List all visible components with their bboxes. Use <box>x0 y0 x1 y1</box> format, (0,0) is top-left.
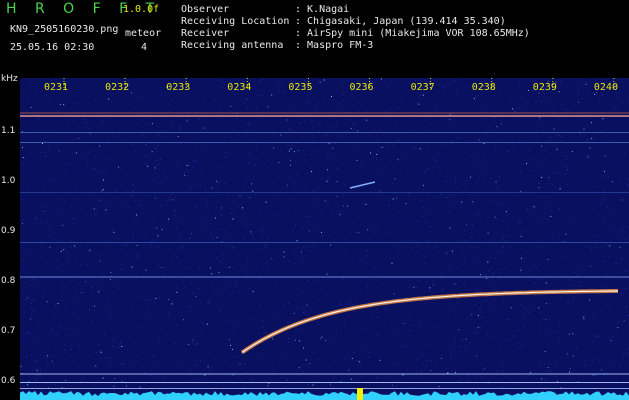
freq-label-1_1: 1.1 <box>1 126 16 136</box>
header-panel: H R O F F T 1.0.0f KN9_2505160230.png 25… <box>0 0 629 78</box>
info-value-receiver: : AirSpy mini (Miakejima VOR 108.65MHz) <box>295 28 530 39</box>
time-label-0232: 0232 <box>105 82 129 93</box>
freq-label-0_7: 0.7 <box>1 326 16 336</box>
spectrogram-background <box>20 78 629 400</box>
info-value-location: : Chigasaki, Japan (139.414 35.340) <box>295 16 506 27</box>
time-label-0238: 0238 <box>472 82 496 93</box>
time-label-0239: 0239 <box>533 82 557 93</box>
freq-label-1: 1.0 <box>1 176 16 186</box>
version-label: 1.0.0f <box>123 4 160 15</box>
info-label-receiver: Receiver <box>181 28 230 39</box>
filename-label: KN9_2505160230.png <box>10 24 119 35</box>
freq-label-0_9: 0.9 <box>1 226 16 236</box>
time-label-0234: 0234 <box>227 82 251 93</box>
info-value-antenna: : Maspro FM-3 <box>295 40 374 51</box>
time-label-0233: 0233 <box>166 82 190 93</box>
spectrogram-plot: 0231 0232 0233 0234 0235 0236 0237 0238 0239 0240 <box>20 78 629 400</box>
meteor-label: meteor <box>125 28 162 39</box>
hrofft-window: H R O F F T 1.0.0f KN9_2505160230.png 25… <box>0 0 629 400</box>
time-label-0236: 0236 <box>350 82 374 93</box>
time-label-0231: 0231 <box>44 82 68 93</box>
info-label-antenna: Receiving antenna <box>181 40 284 51</box>
datetime-label: 25.05.16 02:30 <box>10 42 95 53</box>
info-label-observer: Observer <box>181 4 230 15</box>
time-label-0240: 0240 <box>594 82 618 93</box>
info-label-location: Receiving Location <box>181 16 290 27</box>
axis-unit-label: kHz <box>1 74 18 84</box>
freq-label-0_8: 0.8 <box>1 276 16 286</box>
freq-label-0_6: 0.6 <box>1 376 16 386</box>
info-value-observer: : K.Nagai <box>295 4 350 15</box>
time-label-0237: 0237 <box>411 82 435 93</box>
time-label-0235: 0235 <box>288 82 312 93</box>
detection-marker <box>357 388 363 400</box>
meteor-count: 4 <box>141 42 148 53</box>
frequency-axis: kHz 1.1 1.0 0.9 0.8 0.7 0.6 <box>0 70 20 400</box>
